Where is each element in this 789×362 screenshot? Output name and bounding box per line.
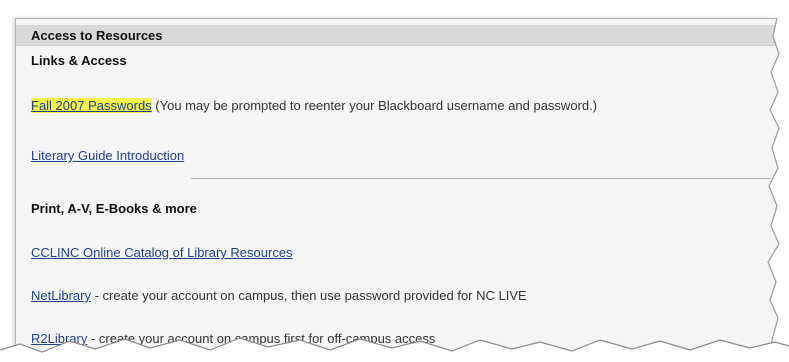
literary-guide-row: Literary Guide Introduction bbox=[31, 148, 184, 163]
section-heading-links-access: Links & Access bbox=[31, 53, 127, 68]
r2library-link[interactable]: R2Library bbox=[31, 331, 87, 346]
catalog-row: CCLINC Online Catalog of Library Resourc… bbox=[31, 245, 293, 260]
resources-panel: Access to Resources Links & Access Fall … bbox=[15, 18, 789, 359]
screenshot-frame: Access to Resources Links & Access Fall … bbox=[0, 0, 789, 362]
literary-guide-introduction-link[interactable]: Literary Guide Introduction bbox=[31, 148, 184, 163]
passwords-note: (You may be prompted to reenter your Bla… bbox=[151, 98, 598, 113]
netlibrary-note: - create your account on campus, then us… bbox=[90, 288, 527, 303]
fall-2007-passwords-link[interactable]: Fall 2007 Passwords bbox=[31, 98, 152, 113]
panel-header: Access to Resources bbox=[16, 25, 789, 46]
r2library-row: R2Library - create your account on campu… bbox=[31, 331, 435, 346]
r2library-note: - create your account on campus first fo… bbox=[87, 331, 436, 346]
netlibrary-row: NetLibrary - create your account on camp… bbox=[31, 288, 527, 303]
cclinc-catalog-link[interactable]: CCLINC Online Catalog of Library Resourc… bbox=[31, 245, 293, 260]
section-heading-print-av: Print, A-V, E-Books & more bbox=[31, 201, 197, 216]
section-divider bbox=[191, 178, 771, 179]
panel-title: Access to Resources bbox=[31, 28, 163, 43]
passwords-row: Fall 2007 Passwords (You may be prompted… bbox=[31, 98, 597, 113]
netlibrary-link[interactable]: NetLibrary bbox=[31, 288, 91, 303]
